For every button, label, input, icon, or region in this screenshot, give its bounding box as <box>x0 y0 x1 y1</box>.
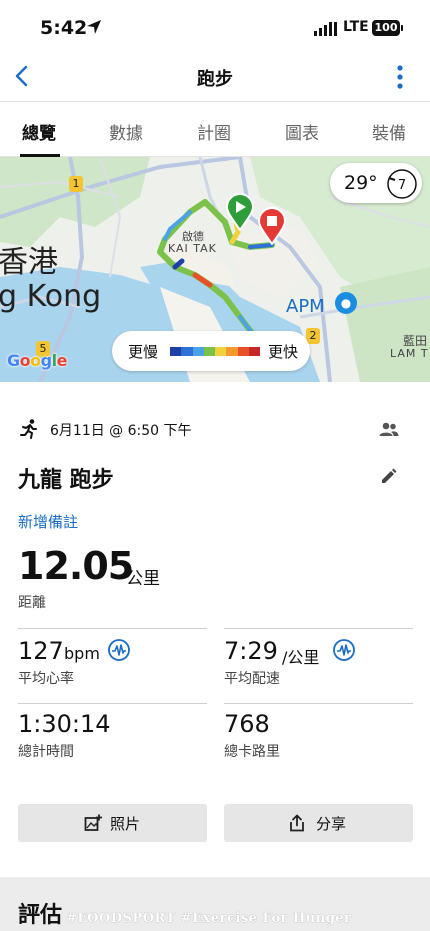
distance-unit: 公里 <box>126 569 160 589</box>
evaluation-section: 評估 #FOODSPORT #Exercise For Hunger <box>0 877 430 931</box>
divider <box>224 628 413 629</box>
edit-pencil-icon[interactable] <box>379 466 399 486</box>
group-icon[interactable] <box>378 418 400 440</box>
evaluation-title: 評估 <box>18 903 63 928</box>
pace-color-swatch <box>226 347 238 356</box>
divider <box>18 628 207 629</box>
more-options-icon[interactable] <box>390 64 410 90</box>
tab-laps[interactable]: 計圈 <box>197 119 231 144</box>
add-photo-icon <box>84 814 102 831</box>
network-type: LTE <box>343 19 369 35</box>
photos-button-label: 照片 <box>110 815 141 833</box>
map-label-kai-tak-en: KAI TAK <box>168 242 217 255</box>
pace-color-swatch <box>170 347 182 356</box>
pace-color-scale <box>170 347 260 356</box>
pace-color-swatch <box>203 347 215 356</box>
avg-hr-unit: bpm <box>64 644 100 663</box>
share-button-label: 分享 <box>316 815 347 833</box>
pace-color-swatch <box>237 347 249 356</box>
page-title: 跑步 <box>197 69 233 90</box>
start-marker-icon <box>225 193 255 231</box>
road-shield-1: 1 <box>69 176 83 192</box>
tab-gear[interactable]: 裝備 <box>372 119 406 144</box>
pace-chart-icon[interactable] <box>333 639 355 661</box>
battery-icon: 100 <box>372 20 400 36</box>
location-arrow-icon <box>87 20 101 34</box>
weather-chip: 29° 7 <box>330 163 422 203</box>
avg-hr-label: 平均心率 <box>18 671 74 687</box>
running-icon <box>20 419 37 439</box>
tab-overview[interactable]: 總覽 <box>22 119 56 144</box>
pace-color-swatch <box>192 347 204 356</box>
map-label-hong-kong-zh: 香港 <box>0 245 58 280</box>
watermark: #FOODSPORT #Exercise For Hunger <box>66 911 352 926</box>
nav-bar: 跑步 <box>0 56 430 102</box>
stop-marker-icon <box>257 207 287 245</box>
pace-color-swatch <box>181 347 193 356</box>
avg-pace-unit: /公里 <box>282 648 320 667</box>
route-map[interactable]: 1 2 5 香港 g Kong 啟德 KAI TAK APM ● 藍田 LAM … <box>0 157 430 382</box>
tab-data[interactable]: 數據 <box>109 119 143 144</box>
map-label-lam-tin-en: LAM T <box>390 347 429 360</box>
add-note-link[interactable]: 新增備註 <box>18 511 78 532</box>
activity-summary: 6月11日 @ 6:50 下午 九龍 跑步 新增備註 12.05 公里 距離 1… <box>0 382 430 877</box>
signal-icon <box>314 22 337 36</box>
tab-charts[interactable]: 圖表 <box>285 119 319 144</box>
hr-chart-icon[interactable] <box>108 639 130 661</box>
divider <box>224 703 413 704</box>
distance-label: 距離 <box>18 595 46 611</box>
svg-text:7: 7 <box>398 178 406 193</box>
activity-title: 九龍 跑步 <box>18 468 114 493</box>
distance-value: 12.05 <box>18 544 134 588</box>
photos-button[interactable]: 照片 <box>18 804 207 842</box>
calories-label: 總卡路里 <box>224 744 280 760</box>
map-label-hong-kong-en: g Kong <box>0 279 102 314</box>
avg-pace-value: 7:29 <box>224 637 278 665</box>
activity-datetime: 6月11日 @ 6:50 下午 <box>50 423 192 439</box>
avg-hr-value: 127 <box>18 637 64 665</box>
shopping-pin-icon: ● <box>335 292 357 314</box>
google-logo: Google <box>7 351 67 370</box>
pace-legend: 更慢 更快 <box>112 331 310 371</box>
status-bar: 5:42 LTE 100 <box>0 0 430 56</box>
temperature: 29° <box>344 172 378 194</box>
tab-bar: 總覽 數據 計圈 圖表 裝備 <box>0 103 430 157</box>
battery-cap <box>401 25 403 31</box>
legend-faster: 更快 <box>268 343 299 361</box>
share-button[interactable]: 分享 <box>224 804 413 842</box>
avg-pace-label: 平均配速 <box>224 671 280 687</box>
pace-color-swatch <box>215 347 227 356</box>
total-time-value: 1:30:14 <box>18 710 111 738</box>
calories-value: 768 <box>224 710 270 738</box>
map-label-apm: APM <box>286 296 325 317</box>
pace-color-swatch <box>248 347 260 356</box>
status-time: 5:42 <box>40 17 88 39</box>
divider <box>18 703 207 704</box>
legend-slower: 更慢 <box>128 343 159 361</box>
total-time-label: 總計時間 <box>18 744 74 760</box>
share-icon <box>290 814 304 832</box>
wind-compass-icon: 7 <box>387 169 417 199</box>
